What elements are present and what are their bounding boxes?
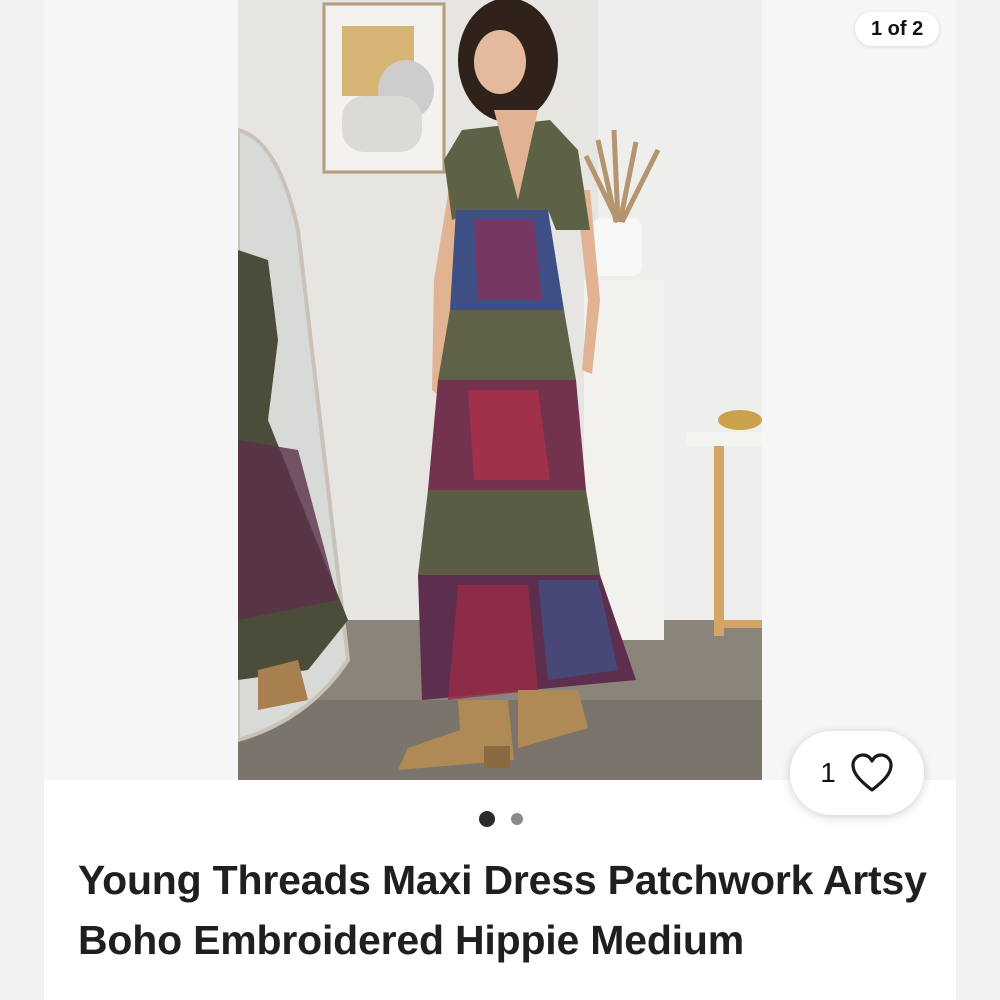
image-gallery[interactable] (44, 0, 956, 780)
listing-page: 1 of 2 1 Young Threads Maxi Dress Patchw… (0, 0, 1000, 1000)
page-dot-active[interactable] (479, 811, 495, 827)
image-counter: 1 of 2 (855, 12, 940, 46)
pagination-dots (0, 811, 1000, 827)
page-dot-inactive[interactable] (511, 813, 523, 825)
heart-outline-icon (850, 753, 894, 793)
like-button[interactable]: 1 (790, 731, 924, 815)
like-count: 1 (820, 757, 836, 788)
product-photo[interactable] (238, 0, 762, 780)
listing-title: Young Threads Maxi Dress Patchwork Artsy… (78, 857, 927, 963)
product-photo-illustration (238, 0, 762, 780)
